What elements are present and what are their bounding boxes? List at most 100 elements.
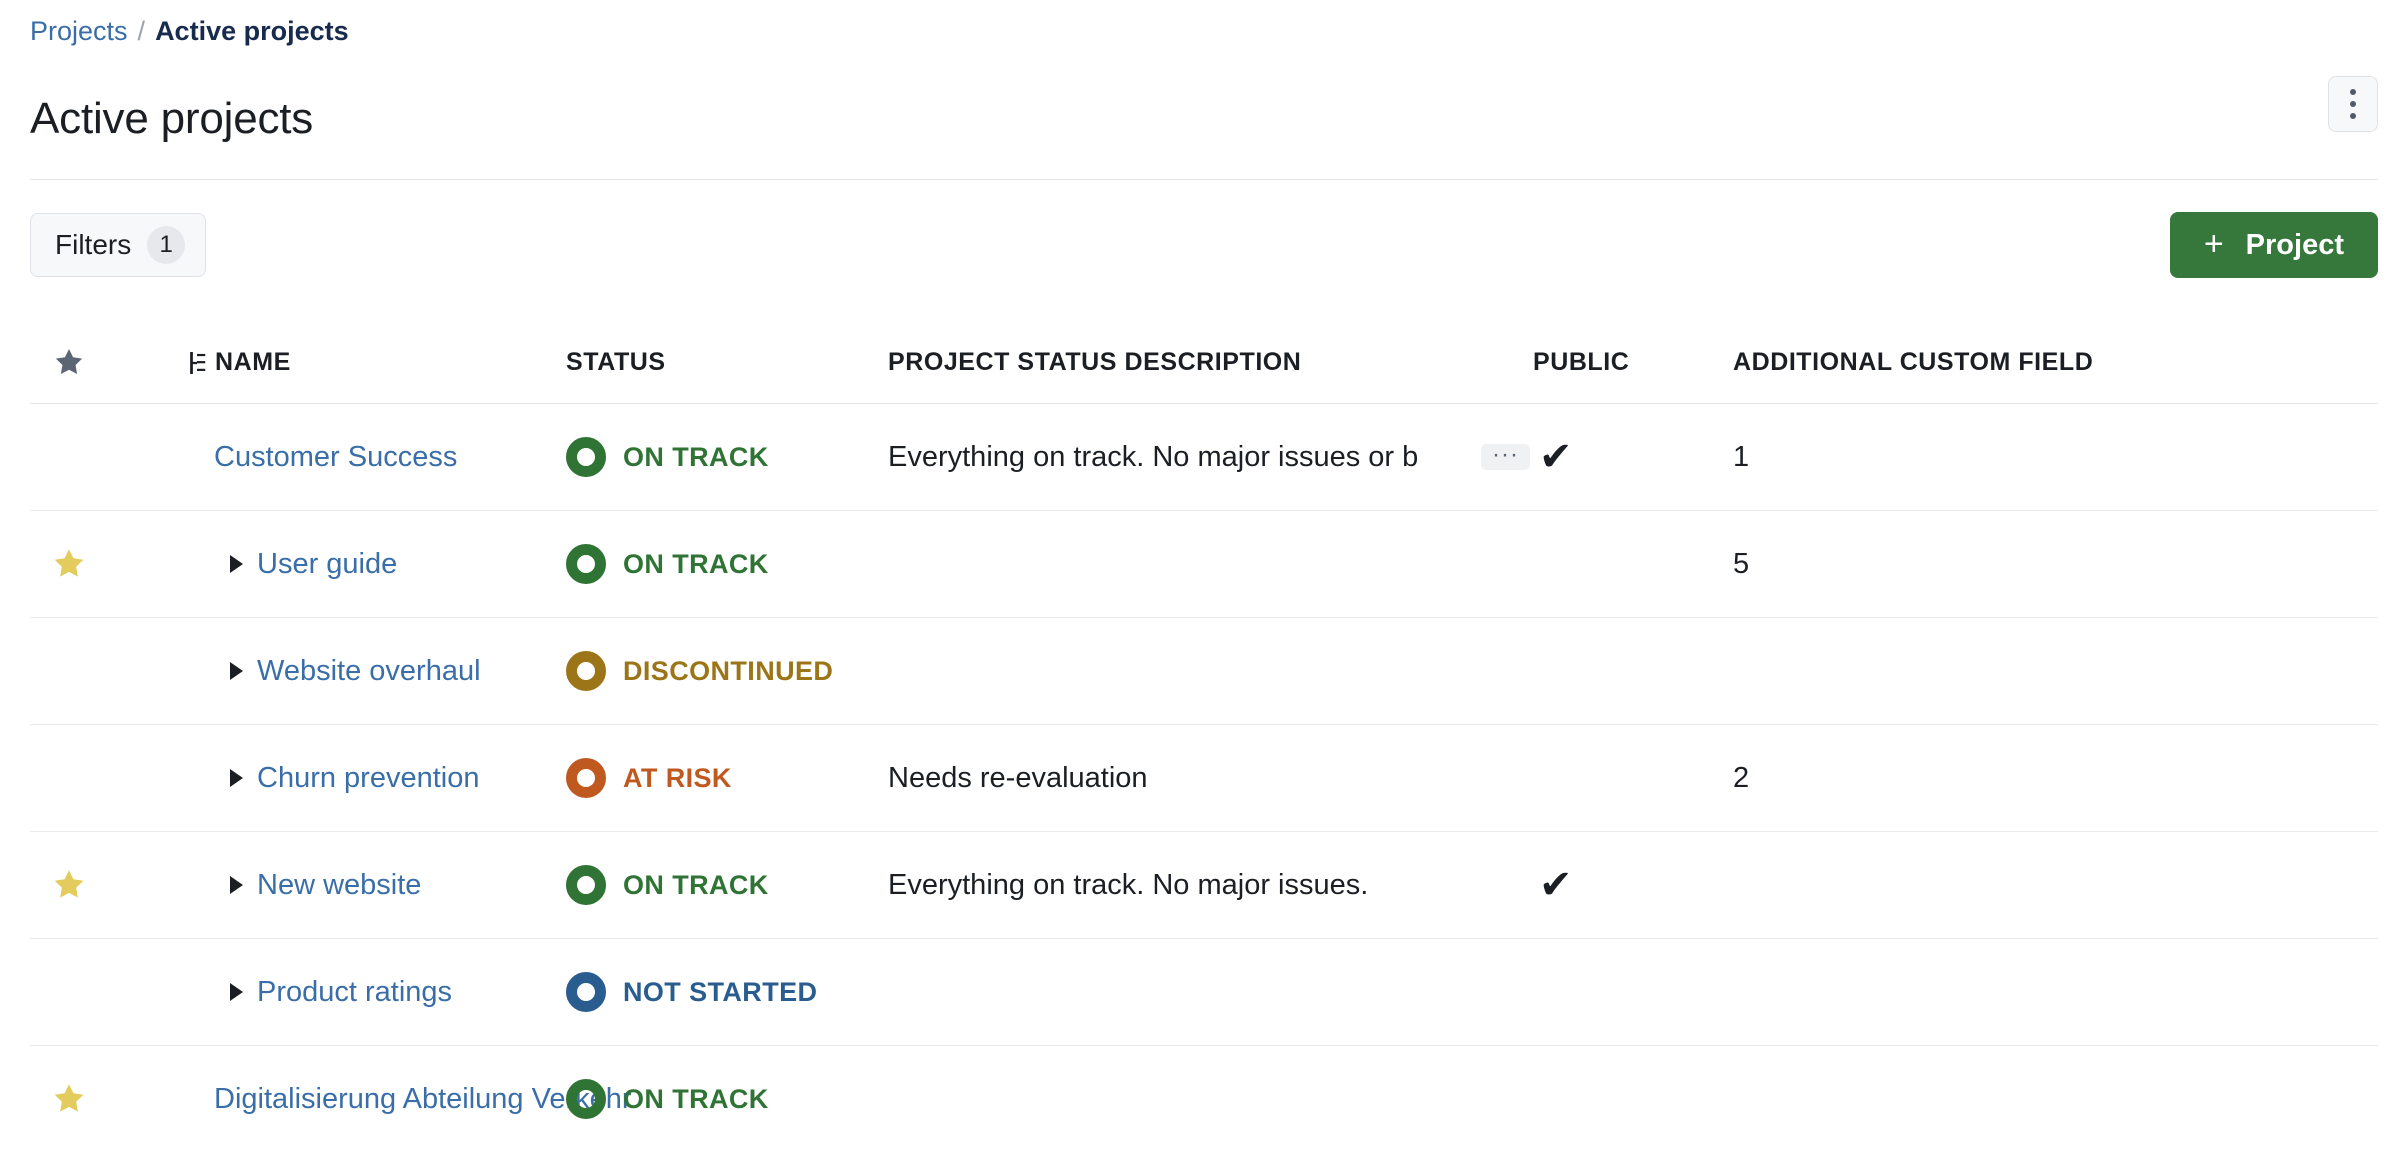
kebab-menu-icon (2350, 89, 2356, 95)
breadcrumb-link-projects[interactable]: Projects (30, 14, 128, 48)
favorite-toggle[interactable] (30, 1081, 108, 1117)
table-row[interactable]: Product ratings NOT STARTED (30, 939, 2378, 1046)
table-row[interactable]: Website overhaul DISCONTINUED (30, 618, 2378, 725)
column-header-favorite[interactable] (30, 346, 108, 379)
status-donut-icon (566, 544, 606, 584)
table-row[interactable]: Churn prevention AT RISK Needs re-evaluati… (30, 725, 2378, 832)
star-filled-icon (54, 1084, 84, 1112)
project-name-link[interactable]: Product ratings (257, 976, 452, 1009)
kebab-menu-icon-dot3 (2350, 113, 2356, 119)
description-overflow-button[interactable]: ··· (1481, 443, 1530, 470)
description-cell: Needs re-evaluation (886, 762, 1531, 795)
breadcrumb-current: Active projects (155, 16, 349, 46)
project-name-link[interactable]: Customer Success (214, 441, 457, 474)
custom-field-value: 2 (1733, 761, 1750, 794)
column-header-name[interactable]: NAME (108, 348, 556, 377)
column-header-description-label: PROJECT STATUS DESCRIPTION (888, 348, 1302, 376)
breadcrumb-separator: / (137, 16, 146, 46)
projects-page: Projects / Active projects Active projec… (0, 0, 2408, 1152)
status-badge: ON TRACK (623, 548, 769, 579)
custom-field-value: 1 (1733, 440, 1750, 473)
column-header-status-label: STATUS (566, 348, 666, 376)
public-cell: ✔ (1531, 865, 1731, 905)
project-name-link[interactable]: Churn prevention (257, 762, 479, 795)
description-text: Everything on track. No major issues. (888, 868, 1369, 901)
status-badge: AT RISK (623, 762, 732, 793)
plus-icon: + (2203, 225, 2224, 263)
hierarchy-icon (190, 351, 206, 374)
status-badge: ON TRACK (623, 1083, 769, 1114)
favorite-toggle[interactable] (30, 867, 108, 903)
filters-count-badge: 1 (147, 226, 186, 264)
custom-field-cell: 1 (1731, 441, 2378, 474)
column-header-name-label: NAME (215, 348, 291, 376)
filters-label: Filters (55, 229, 132, 260)
public-cell: ✔ (1531, 437, 1731, 477)
breadcrumb: Projects / Active projects (30, 14, 349, 48)
filters-button[interactable]: Filters 1 (30, 213, 207, 277)
more-actions-button[interactable] (2328, 76, 2378, 132)
status-badge: ON TRACK (623, 441, 769, 472)
status-cell: AT RISK (556, 758, 886, 798)
name-cell: New website (108, 869, 556, 902)
name-cell: Product ratings (108, 976, 556, 1009)
status-donut-icon (566, 1079, 606, 1119)
table-header-row: NAME STATUS PROJECT STATUS DESCRIPTION P… (30, 322, 2378, 404)
status-donut-icon (566, 651, 606, 691)
table-row[interactable]: User guide ON TRACK 5 (30, 511, 2378, 618)
status-badge: DISCONTINUED (623, 655, 834, 686)
expand-caret-icon[interactable] (230, 769, 243, 787)
table-row[interactable]: Digitalisierung Abteilung Verkehr ON TRAC… (30, 1046, 2378, 1152)
table-row[interactable]: Customer Success ON TRACK Everything on tr… (30, 404, 2378, 511)
custom-field-cell: 2 (1731, 762, 2378, 795)
title-row: Active projects (0, 62, 2408, 156)
status-cell: ON TRACK (556, 437, 886, 477)
expand-caret-icon[interactable] (230, 876, 243, 894)
status-cell: ON TRACK (556, 544, 886, 584)
name-cell: User guide (108, 548, 556, 581)
status-donut-icon (566, 758, 606, 798)
status-donut-icon (566, 865, 606, 905)
table-body: Customer Success ON TRACK Everything on tr… (30, 404, 2378, 1152)
header-divider (30, 179, 2378, 180)
custom-field-cell: 5 (1731, 548, 2378, 581)
column-header-status[interactable]: STATUS (556, 348, 886, 377)
status-badge: ON TRACK (623, 869, 769, 900)
status-badge: NOT STARTED (623, 976, 818, 1007)
description-cell: Everything on track. No major issues or … (886, 441, 1531, 474)
star-filled-icon (54, 549, 84, 577)
status-cell: NOT STARTED (556, 972, 886, 1012)
table-row[interactable]: New website ON TRACK Everything on track. … (30, 832, 2378, 939)
add-project-button[interactable]: + Project (2169, 212, 2378, 278)
check-icon: ✔ (1539, 862, 1573, 908)
toolbar: Filters 1 + Project (0, 200, 2408, 290)
status-cell: ON TRACK (556, 865, 886, 905)
description-text: Needs re-evaluation (888, 761, 1148, 794)
name-cell: Digitalisierung Abteilung Verkehr (108, 1083, 632, 1116)
column-header-public-label: PUBLIC (1533, 348, 1630, 376)
projects-table: NAME STATUS PROJECT STATUS DESCRIPTION P… (30, 322, 2378, 1152)
add-project-label: Project (2245, 228, 2344, 261)
name-cell: Website overhaul (108, 655, 556, 688)
check-icon: ✔ (1539, 434, 1573, 480)
custom-field-value: 5 (1733, 547, 1750, 580)
description-text: Everything on track. No major issues or … (888, 440, 1419, 473)
name-cell: Customer Success (108, 441, 556, 474)
expand-caret-icon[interactable] (230, 555, 243, 573)
expand-caret-icon[interactable] (230, 662, 243, 680)
status-donut-icon (566, 437, 606, 477)
status-cell: ON TRACK (556, 1079, 886, 1119)
description-cell: Everything on track. No major issues. (886, 869, 1531, 902)
star-icon (55, 349, 83, 375)
status-cell: DISCONTINUED (556, 651, 886, 691)
name-cell: Churn prevention (108, 762, 556, 795)
project-name-link[interactable]: New website (257, 869, 421, 902)
status-donut-icon (566, 972, 606, 1012)
column-header-extra[interactable]: ADDITIONAL CUSTOM FIELD (1731, 348, 2378, 377)
expand-caret-icon[interactable] (230, 983, 243, 1001)
favorite-toggle[interactable] (30, 546, 108, 582)
project-name-link[interactable]: User guide (257, 548, 397, 581)
project-name-link[interactable]: Website overhaul (257, 655, 481, 688)
column-header-description[interactable]: PROJECT STATUS DESCRIPTION (886, 348, 1531, 377)
column-header-public[interactable]: PUBLIC (1531, 348, 1731, 377)
